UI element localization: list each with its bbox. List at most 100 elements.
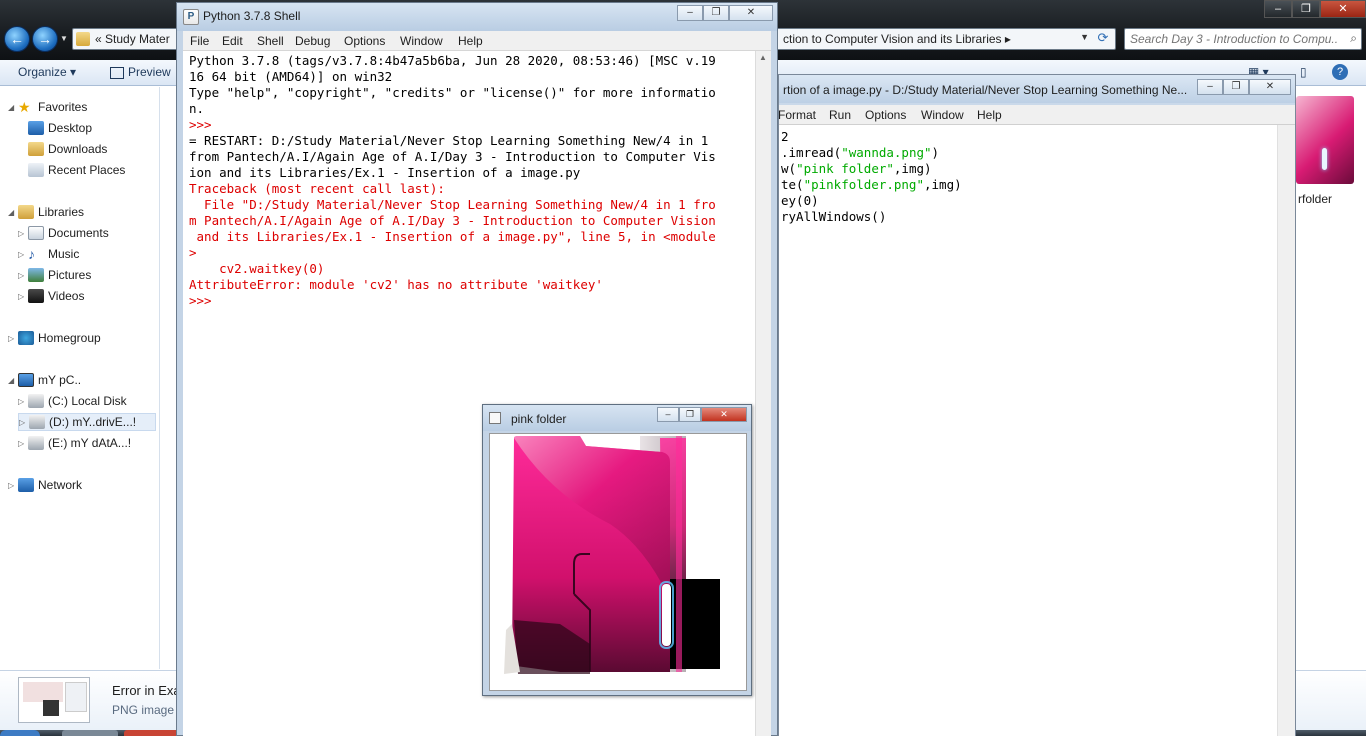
preview-icon	[110, 67, 124, 79]
close-button[interactable]: ✕	[729, 5, 773, 21]
menu-debug[interactable]: Debug	[295, 34, 330, 48]
collapse-arrow-icon[interactable]: ◢	[8, 376, 18, 385]
minimize-button[interactable]: –	[657, 407, 679, 422]
videos-icon	[28, 289, 44, 303]
minimize-button[interactable]: –	[1197, 79, 1223, 95]
editor-title: rtion of a image.py - D:/Study Material/…	[783, 83, 1188, 97]
expand-arrow-icon[interactable]: ▷	[8, 334, 18, 343]
window-icon	[489, 412, 501, 424]
collapse-arrow-icon[interactable]: ◢	[8, 103, 18, 112]
nav-label: Network	[38, 478, 83, 492]
refresh-icon[interactable]: ⟳	[1093, 30, 1113, 48]
close-button[interactable]: ✕	[1320, 0, 1366, 18]
help-icon[interactable]: ?	[1332, 64, 1348, 80]
code-line: te("pinkfolder.png",img)	[781, 177, 962, 192]
nav-label: (E:) mY dAtA...!	[48, 436, 132, 450]
nav-item-videos[interactable]: ▷ Videos	[18, 287, 84, 305]
file-label[interactable]: rfolder	[1298, 192, 1332, 206]
menu-edit[interactable]: Edit	[222, 34, 243, 48]
nav-item-drive-c[interactable]: ▷ (C:) Local Disk	[18, 392, 127, 410]
forward-button[interactable]: →	[32, 26, 58, 52]
nav-item-desktop[interactable]: Desktop	[28, 119, 92, 137]
back-button[interactable]: ←	[4, 26, 30, 52]
minimize-button[interactable]: –	[677, 5, 703, 21]
search-input[interactable]	[1125, 29, 1337, 49]
minimize-button[interactable]: –	[1264, 0, 1292, 18]
nav-item-network[interactable]: ▷ Network	[8, 476, 82, 494]
collapse-arrow-icon[interactable]: ◢	[8, 208, 18, 217]
nav-item-documents[interactable]: ▷ Documents	[18, 224, 109, 242]
address-dropdown-icon[interactable]: ▼	[1080, 32, 1089, 42]
menu-help[interactable]: Help	[458, 34, 483, 48]
expand-arrow-icon[interactable]: ▷	[18, 271, 28, 280]
nav-item-computer[interactable]: ◢ mY pC..	[8, 371, 81, 389]
maximize-button[interactable]: ❐	[1223, 79, 1249, 95]
menu-options[interactable]: Options	[344, 34, 385, 48]
start-button[interactable]	[0, 730, 40, 736]
nav-item-downloads[interactable]: Downloads	[28, 140, 107, 158]
menu-file[interactable]: File	[190, 34, 209, 48]
editor-menu-bar: Format Run Options Window Help	[778, 105, 1295, 125]
expand-arrow-icon[interactable]: ▷	[18, 229, 28, 238]
nav-item-music[interactable]: ▷ ♪ Music	[18, 245, 79, 263]
close-button[interactable]: ✕	[1249, 79, 1291, 95]
drive-icon	[28, 394, 44, 408]
nav-label: Desktop	[48, 121, 93, 135]
shell-title-bar[interactable]: P Python 3.7.8 Shell – ❐ ✕	[177, 3, 777, 31]
nav-item-recent-places[interactable]: Recent Places	[28, 161, 125, 179]
taskbar-button[interactable]	[124, 730, 180, 736]
code-line: ey(0)	[781, 193, 819, 208]
nav-label: (C:) Local Disk	[48, 394, 127, 408]
search-box[interactable]: ⌕	[1124, 28, 1362, 50]
shell-scrollbar[interactable]: ▲	[755, 51, 771, 736]
menu-window[interactable]: Window	[921, 108, 964, 122]
nav-item-homegroup[interactable]: ▷ Homegroup	[8, 329, 101, 347]
documents-icon	[28, 226, 44, 240]
nav-item-favorites[interactable]: ◢ ★ Favorites	[8, 98, 87, 116]
editor-title-bar[interactable]: rtion of a image.py - D:/Study Material/…	[779, 75, 1295, 103]
maximize-button[interactable]: ❐	[679, 407, 701, 422]
image-window-title: pink folder	[511, 412, 567, 426]
code-line: .imread("wannda.png")	[781, 145, 940, 160]
recent-pages-dropdown-icon[interactable]: ▼	[60, 34, 68, 43]
expand-arrow-icon[interactable]: ▷	[8, 481, 18, 490]
menu-options[interactable]: Options	[865, 108, 906, 122]
image-window-title-bar[interactable]: pink folder – ❐ ✕	[483, 405, 751, 431]
menu-help[interactable]: Help	[977, 108, 1002, 122]
preview-pane-icon[interactable]: ▯	[1300, 65, 1307, 79]
scroll-up-icon[interactable]: ▲	[759, 53, 767, 62]
nav-label: (D:) mY..drivE...!	[49, 415, 137, 429]
menu-format[interactable]: Format	[778, 108, 816, 122]
preview-button[interactable]: Preview	[128, 65, 171, 79]
nav-item-pictures[interactable]: ▷ Pictures	[18, 266, 91, 284]
editor-scrollbar[interactable]	[1277, 125, 1295, 736]
editor-code-area[interactable]: 2 .imread("wannda.png") w("pink folder",…	[779, 125, 1277, 736]
file-thumbnail-pinkfolder[interactable]	[1296, 96, 1356, 186]
organize-button[interactable]: Organize ▾	[18, 65, 76, 79]
taskbar-button[interactable]	[62, 730, 118, 736]
menu-run[interactable]: Run	[829, 108, 851, 122]
error-line: Traceback (most recent call last):	[189, 181, 445, 196]
pictures-icon	[28, 268, 44, 282]
nav-item-libraries[interactable]: ◢ Libraries	[8, 203, 84, 221]
error-line: AttributeError: module 'cv2' has no attr…	[189, 277, 603, 292]
menu-shell[interactable]: Shell	[257, 34, 284, 48]
search-icon[interactable]: ⌕	[1350, 31, 1357, 46]
maximize-button[interactable]: ❐	[703, 5, 729, 21]
breadcrumb-current[interactable]: ction to Computer Vision and its Librari…	[783, 32, 1011, 46]
expand-arrow-icon[interactable]: ▷	[19, 418, 29, 427]
nav-item-drive-d[interactable]: ▷ (D:) mY..drivE...!	[18, 413, 156, 431]
homegroup-icon	[18, 331, 34, 345]
expand-arrow-icon[interactable]: ▷	[18, 439, 28, 448]
breadcrumb-start[interactable]: « Study Mater	[95, 32, 170, 46]
close-button[interactable]: ✕	[701, 407, 747, 422]
expand-arrow-icon[interactable]: ▷	[18, 397, 28, 406]
expand-arrow-icon[interactable]: ▷	[18, 250, 28, 259]
expand-arrow-icon[interactable]: ▷	[18, 292, 28, 301]
nav-label: Homegroup	[38, 331, 101, 345]
drive-icon	[28, 436, 44, 450]
nav-item-drive-e[interactable]: ▷ (E:) mY dAtA...!	[18, 434, 131, 452]
maximize-button[interactable]: ❐	[1292, 0, 1320, 18]
nav-label: Recent Places	[48, 163, 126, 177]
menu-window[interactable]: Window	[400, 34, 443, 48]
